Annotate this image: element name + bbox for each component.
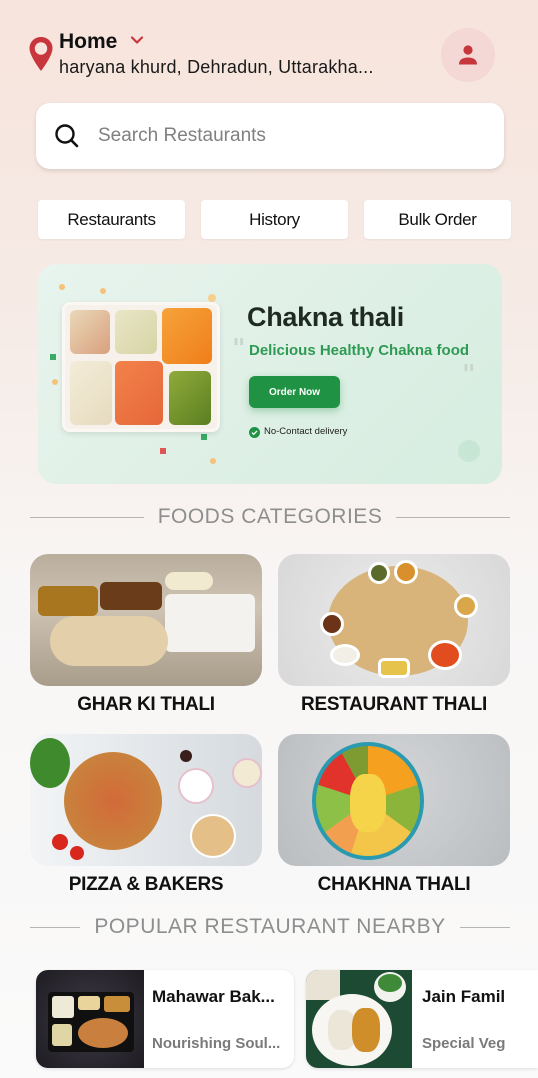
search-input[interactable] (98, 125, 478, 147)
category-card-restaurant-thali[interactable] (278, 554, 510, 686)
confetti-decoration (201, 434, 207, 440)
category-label[interactable]: RESTAURANT THALI (278, 694, 510, 716)
confetti-decoration (160, 448, 166, 454)
banner-title: Chakna thali (247, 302, 404, 332)
profile-button[interactable] (441, 28, 495, 82)
category-card-chakhna-thali[interactable] (278, 734, 510, 866)
banner-note: No-Contact delivery (264, 426, 348, 437)
category-card-pizza-bakers[interactable] (30, 734, 262, 866)
restaurant-name: Mahawar Bak... (152, 987, 275, 1006)
confetti-decoration (208, 294, 216, 302)
restaurant-card[interactable]: Mahawar Bak... Nourishing Soul... (36, 970, 294, 1068)
divider-line (459, 926, 510, 928)
restaurant-image (36, 970, 144, 1068)
restaurant-card[interactable]: Jain Famil Special Veg (306, 970, 538, 1068)
confetti-decoration (458, 440, 480, 462)
restaurant-description: Special Veg (422, 1035, 506, 1052)
restaurant-name: Jain Famil (422, 987, 506, 1006)
divider-line (396, 516, 511, 518)
search-icon (55, 124, 79, 148)
confetti-decoration (59, 284, 65, 290)
chakna-tray-image (62, 302, 220, 432)
confetti-decoration (50, 354, 56, 360)
tab-history[interactable]: History (201, 200, 348, 239)
tab-label: Restaurants (67, 209, 156, 229)
categories-heading: FOODS CATEGORIES (30, 505, 511, 529)
categories-heading-text: FOODS CATEGORIES (157, 505, 383, 528)
category-card-ghar-ki-thali[interactable] (30, 554, 262, 686)
map-pin-icon[interactable] (28, 36, 54, 72)
tab-label: History (249, 209, 300, 229)
restaurant-image (306, 970, 412, 1068)
chevron-down-icon[interactable] (129, 32, 145, 48)
check-circle-icon (249, 427, 260, 438)
category-label[interactable]: GHAR KI THALI (30, 694, 262, 716)
confetti-decoration (210, 458, 216, 464)
popular-heading: POPULAR RESTAURANT NEARBY (30, 915, 510, 939)
category-label[interactable]: CHAKHNA THALI (278, 874, 510, 896)
location-address[interactable]: haryana khurd, Dehradun, Uttarakha... (59, 57, 374, 78)
location-label[interactable]: Home (59, 30, 117, 54)
order-now-button[interactable]: Order Now (249, 376, 340, 408)
category-label[interactable]: PIZZA & BAKERS (30, 874, 262, 896)
quote-mark-decoration: " (232, 334, 246, 364)
restaurant-description: Nourishing Soul... (152, 1035, 281, 1052)
confetti-decoration (100, 288, 106, 294)
divider-line (30, 926, 81, 928)
popular-heading-text: POPULAR RESTAURANT NEARBY (94, 915, 446, 938)
banner-subtitle: Delicious Healthy Chakna food (249, 342, 470, 359)
confetti-decoration (52, 379, 58, 385)
divider-line (30, 516, 144, 518)
search-bar[interactable] (36, 103, 504, 169)
user-icon (459, 45, 477, 65)
promo-banner[interactable]: " " Chakna thali Delicious Healthy Chakn… (38, 264, 502, 484)
quote-mark-decoration: " (462, 360, 476, 390)
tab-label: Bulk Order (398, 209, 477, 229)
tab-bulk-order[interactable]: Bulk Order (364, 200, 511, 239)
tab-restaurants[interactable]: Restaurants (38, 200, 185, 239)
